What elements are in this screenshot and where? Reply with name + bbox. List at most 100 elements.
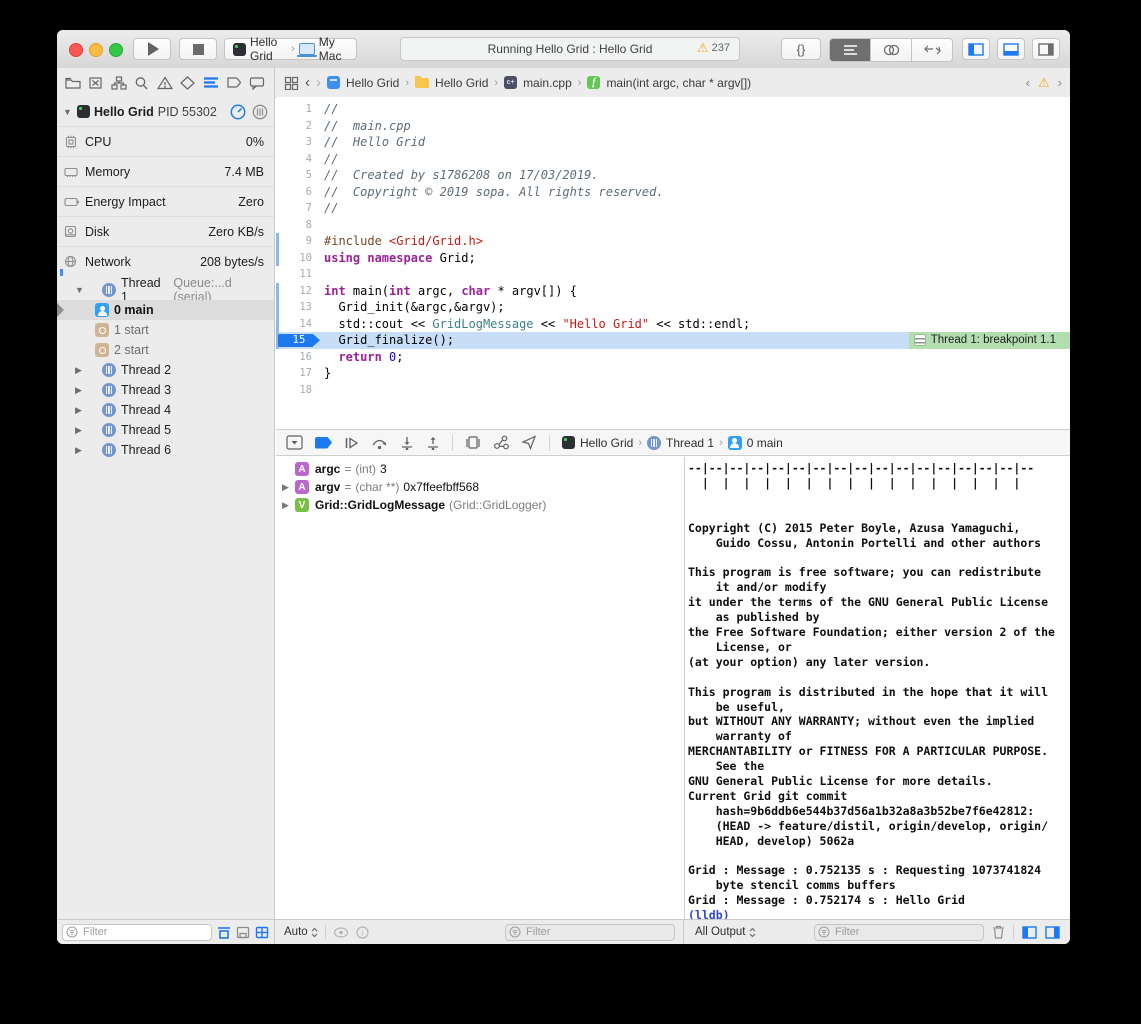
disclosure-triangle-icon[interactable]: ▶ [282,500,295,511]
code-editor[interactable]: 1//2// main.cpp3// Hello Grid4//5// Crea… [276,97,1070,429]
disclosure-triangle-icon[interactable]: ▼ [63,107,73,117]
disclosure-triangle-icon[interactable]: ▶ [282,482,295,493]
line-number[interactable]: 16 [276,349,324,366]
print-description-button[interactable]: i [356,926,369,939]
close-window-button[interactable] [69,43,83,57]
run-button[interactable] [133,38,171,60]
line-number[interactable]: 7 [276,200,324,217]
thread-row[interactable]: ▼Thread 1 Queue:...d (serial) [57,280,274,300]
thread-row[interactable]: ▶Thread 4 [57,400,274,420]
debug-view-hierarchy-button[interactable] [465,435,481,450]
breakpoint-navigator-tab[interactable] [224,74,243,92]
crumb-frame[interactable]: 0 main [747,436,783,450]
step-out-button[interactable] [426,436,440,450]
go-forward-button[interactable]: › [316,74,321,91]
continue-button[interactable] [344,436,359,450]
disclosure-triangle-icon[interactable]: ▶ [63,385,97,396]
variable-row[interactable]: Aargc=(int)3 [276,460,684,478]
line-number[interactable]: 11 [276,266,324,283]
test-navigator-tab[interactable] [178,74,197,92]
toggle-inspector-button[interactable] [1032,38,1060,60]
warning-badge[interactable]: ⚠ 237 [697,41,730,54]
zoom-window-button[interactable] [109,43,123,57]
toggle-navigator-button[interactable] [962,38,990,60]
stack-frame-row[interactable]: 2 start [57,340,274,360]
navigator-filter-input[interactable] [62,924,212,941]
disclosure-triangle-icon[interactable]: ▶ [63,445,97,456]
toggle-debug-area-button[interactable] [997,38,1025,60]
debug-navigator-tab[interactable] [201,74,220,92]
line-number[interactable]: 1 [276,101,324,118]
next-issue-button[interactable]: › [1058,75,1062,90]
console-output-selector[interactable]: All Output [695,926,756,938]
thread-row[interactable]: ▶Thread 6 [57,440,274,460]
symbol-navigator-tab[interactable] [109,74,128,92]
version-editor-button[interactable] [912,39,952,61]
show-console-view-button[interactable] [1045,926,1060,939]
console-filter-input[interactable] [814,924,984,941]
line-number[interactable]: 13 [276,299,324,316]
minimize-window-button[interactable] [89,43,103,57]
thread-row[interactable]: ▶Thread 5 [57,420,274,440]
library-button[interactable]: {} [781,38,821,60]
thread-row[interactable]: ▶Thread 2 [57,360,274,380]
breakpoints-toggle-button[interactable] [315,437,332,449]
crumb-thread[interactable]: Thread 1 [666,436,714,450]
show-variables-view-button[interactable] [1022,926,1037,939]
simulate-location-button[interactable] [521,435,537,450]
standard-editor-button[interactable] [830,39,871,61]
thread-row[interactable]: ▶Thread 3 [57,380,274,400]
stack-frame-row[interactable]: 1 start [57,320,274,340]
line-number[interactable]: 18 [276,382,324,399]
project-navigator-tab[interactable] [63,74,82,92]
report-navigator-tab[interactable] [247,74,266,92]
source-control-navigator-tab[interactable] [86,74,105,92]
line-number[interactable]: 10 [276,250,324,267]
line-number[interactable]: 4 [276,151,324,168]
clear-console-button[interactable] [992,925,1005,939]
debug-memory-graph-button[interactable] [493,435,509,450]
disclosure-triangle-icon[interactable]: ▶ [63,405,97,416]
line-number[interactable]: 6 [276,184,324,201]
disclosure-triangle-icon[interactable]: ▼ [63,285,97,295]
variables-view[interactable]: Aargc=(int)3▶Aargv=(char **)0x7ffeefbff5… [276,457,684,920]
issue-warning-icon[interactable]: ⚠ [1038,76,1050,89]
quick-look-button[interactable] [333,927,349,938]
line-number[interactable]: 5 [276,167,324,184]
related-items-icon[interactable] [284,76,299,90]
line-number[interactable]: 3 [276,134,324,151]
line-number[interactable]: 2 [276,118,324,135]
go-back-button[interactable]: ‹ [305,74,310,91]
jumpbar-project[interactable]: Hello Grid [346,76,399,90]
gauge-row-cpu[interactable]: CPU0% [57,126,274,156]
variable-scope-selector[interactable]: Auto [284,926,318,938]
variable-row[interactable]: ▶VGrid::GridLogMessage(Grid::GridLogger) [276,496,684,514]
crumb-process[interactable]: Hello Grid [580,436,633,450]
line-number[interactable]: 9 [276,233,324,250]
variable-row[interactable]: ▶Aargv=(char **)0x7ffeefbff568 [276,478,684,496]
show-running-blocks-button[interactable] [236,926,250,939]
gauge-row-network[interactable]: Network208 bytes/s [57,246,274,276]
scheme-selector[interactable]: Hello Grid › My Mac [224,38,357,60]
show-only-crashed-button[interactable] [217,926,231,939]
process-row[interactable]: ▼ Hello Grid PID 55302 [57,97,274,126]
line-number[interactable]: 17 [276,365,324,382]
breakpoint-annotation[interactable]: Thread 1: breakpoint 1.1 [909,332,1070,349]
stop-button[interactable] [179,38,217,60]
memory-view-button[interactable] [252,104,268,120]
issue-navigator-tab[interactable] [155,74,174,92]
disclosure-triangle-icon[interactable]: ▶ [63,365,97,376]
jumpbar-symbol[interactable]: main(int argc, char * argv[]) [606,76,751,90]
disclosure-triangle-icon[interactable]: ▶ [63,425,97,436]
console-output[interactable]: --|--|--|--|--|--|--|--|--|--|--|--|--|-… [684,457,1070,920]
gauge-row-energy-impact[interactable]: Energy ImpactZero [57,186,274,216]
breakpoint-badge[interactable]: 15 [278,334,320,348]
step-into-button[interactable] [400,436,414,450]
search-navigator-tab[interactable] [132,74,151,92]
stack-frame-row[interactable]: 0 main [57,300,274,320]
gauge-view-button[interactable] [230,104,246,120]
assistant-editor-button[interactable] [871,39,912,61]
step-over-button[interactable] [371,436,388,450]
line-number[interactable]: 8 [276,217,324,234]
jumpbar-file[interactable]: main.cpp [523,76,572,90]
